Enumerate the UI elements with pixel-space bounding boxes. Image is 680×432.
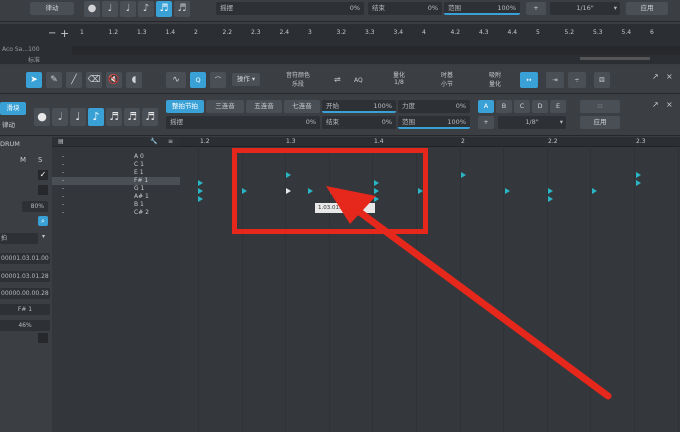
annotation-arrow <box>326 186 612 400</box>
